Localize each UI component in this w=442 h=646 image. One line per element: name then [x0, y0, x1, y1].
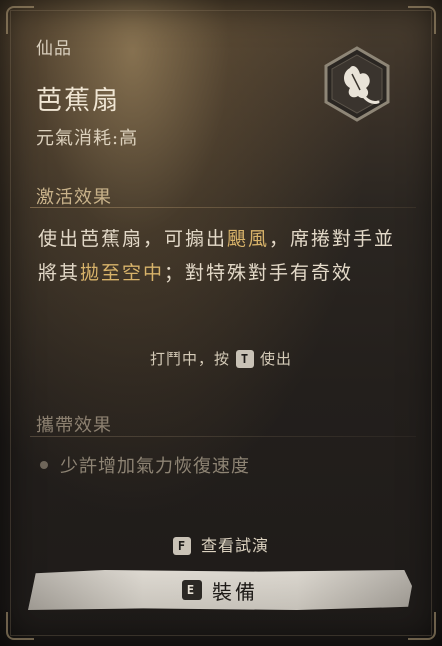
equip-label: 裝備 [212, 579, 258, 604]
section-divider [30, 436, 416, 437]
desc-highlight: 颶風 [227, 228, 270, 250]
fan-leaf-icon [324, 46, 390, 122]
carry-effect-text: 少許增加氣力恢復速度 [60, 456, 250, 477]
corner-ornament [6, 6, 34, 34]
active-effect-description: 使出芭蕉扇，可搧出颶風，席捲對手並將其拋至空中；對特殊對手有奇效 [38, 222, 398, 290]
corner-ornament [408, 612, 436, 640]
desc-text: ；對特殊對手有奇效 [164, 262, 354, 284]
preview-label: 查看試演 [200, 536, 269, 555]
preview-button[interactable]: F 查看試演 [0, 532, 442, 556]
section-divider [30, 207, 416, 208]
desc-highlight: 拋至空中 [80, 262, 165, 284]
item-detail-panel: 仙品 芭蕉扇 元氣消耗:高 激活效果 使出芭蕉扇，可搧出颶風，席捲對手並將其拋至… [0, 0, 442, 646]
carry-effect-title: 攜帶效果 [36, 415, 112, 436]
corner-ornament [6, 612, 34, 640]
use-hint: 打鬥中，按 T 使出 [0, 348, 442, 369]
corner-ornament [408, 6, 436, 34]
carry-effect-item: 少許增加氣力恢復速度 [40, 452, 250, 478]
key-e-icon: E [182, 580, 202, 600]
hint-prefix: 打鬥中，按 [149, 350, 230, 368]
item-name: 芭蕉扇 [36, 86, 121, 116]
active-effect-title: 激活效果 [36, 187, 112, 208]
item-cost: 元氣消耗:高 [36, 128, 139, 149]
key-f-icon: F [172, 537, 191, 555]
hint-suffix: 使出 [260, 350, 293, 368]
item-rarity: 仙品 [36, 39, 72, 59]
bullet-icon [40, 461, 48, 469]
desc-text: 使出芭蕉扇，可搧出 [38, 228, 228, 250]
equip-button[interactable]: E 裝備 [28, 570, 412, 610]
key-t-icon: T [236, 350, 254, 368]
